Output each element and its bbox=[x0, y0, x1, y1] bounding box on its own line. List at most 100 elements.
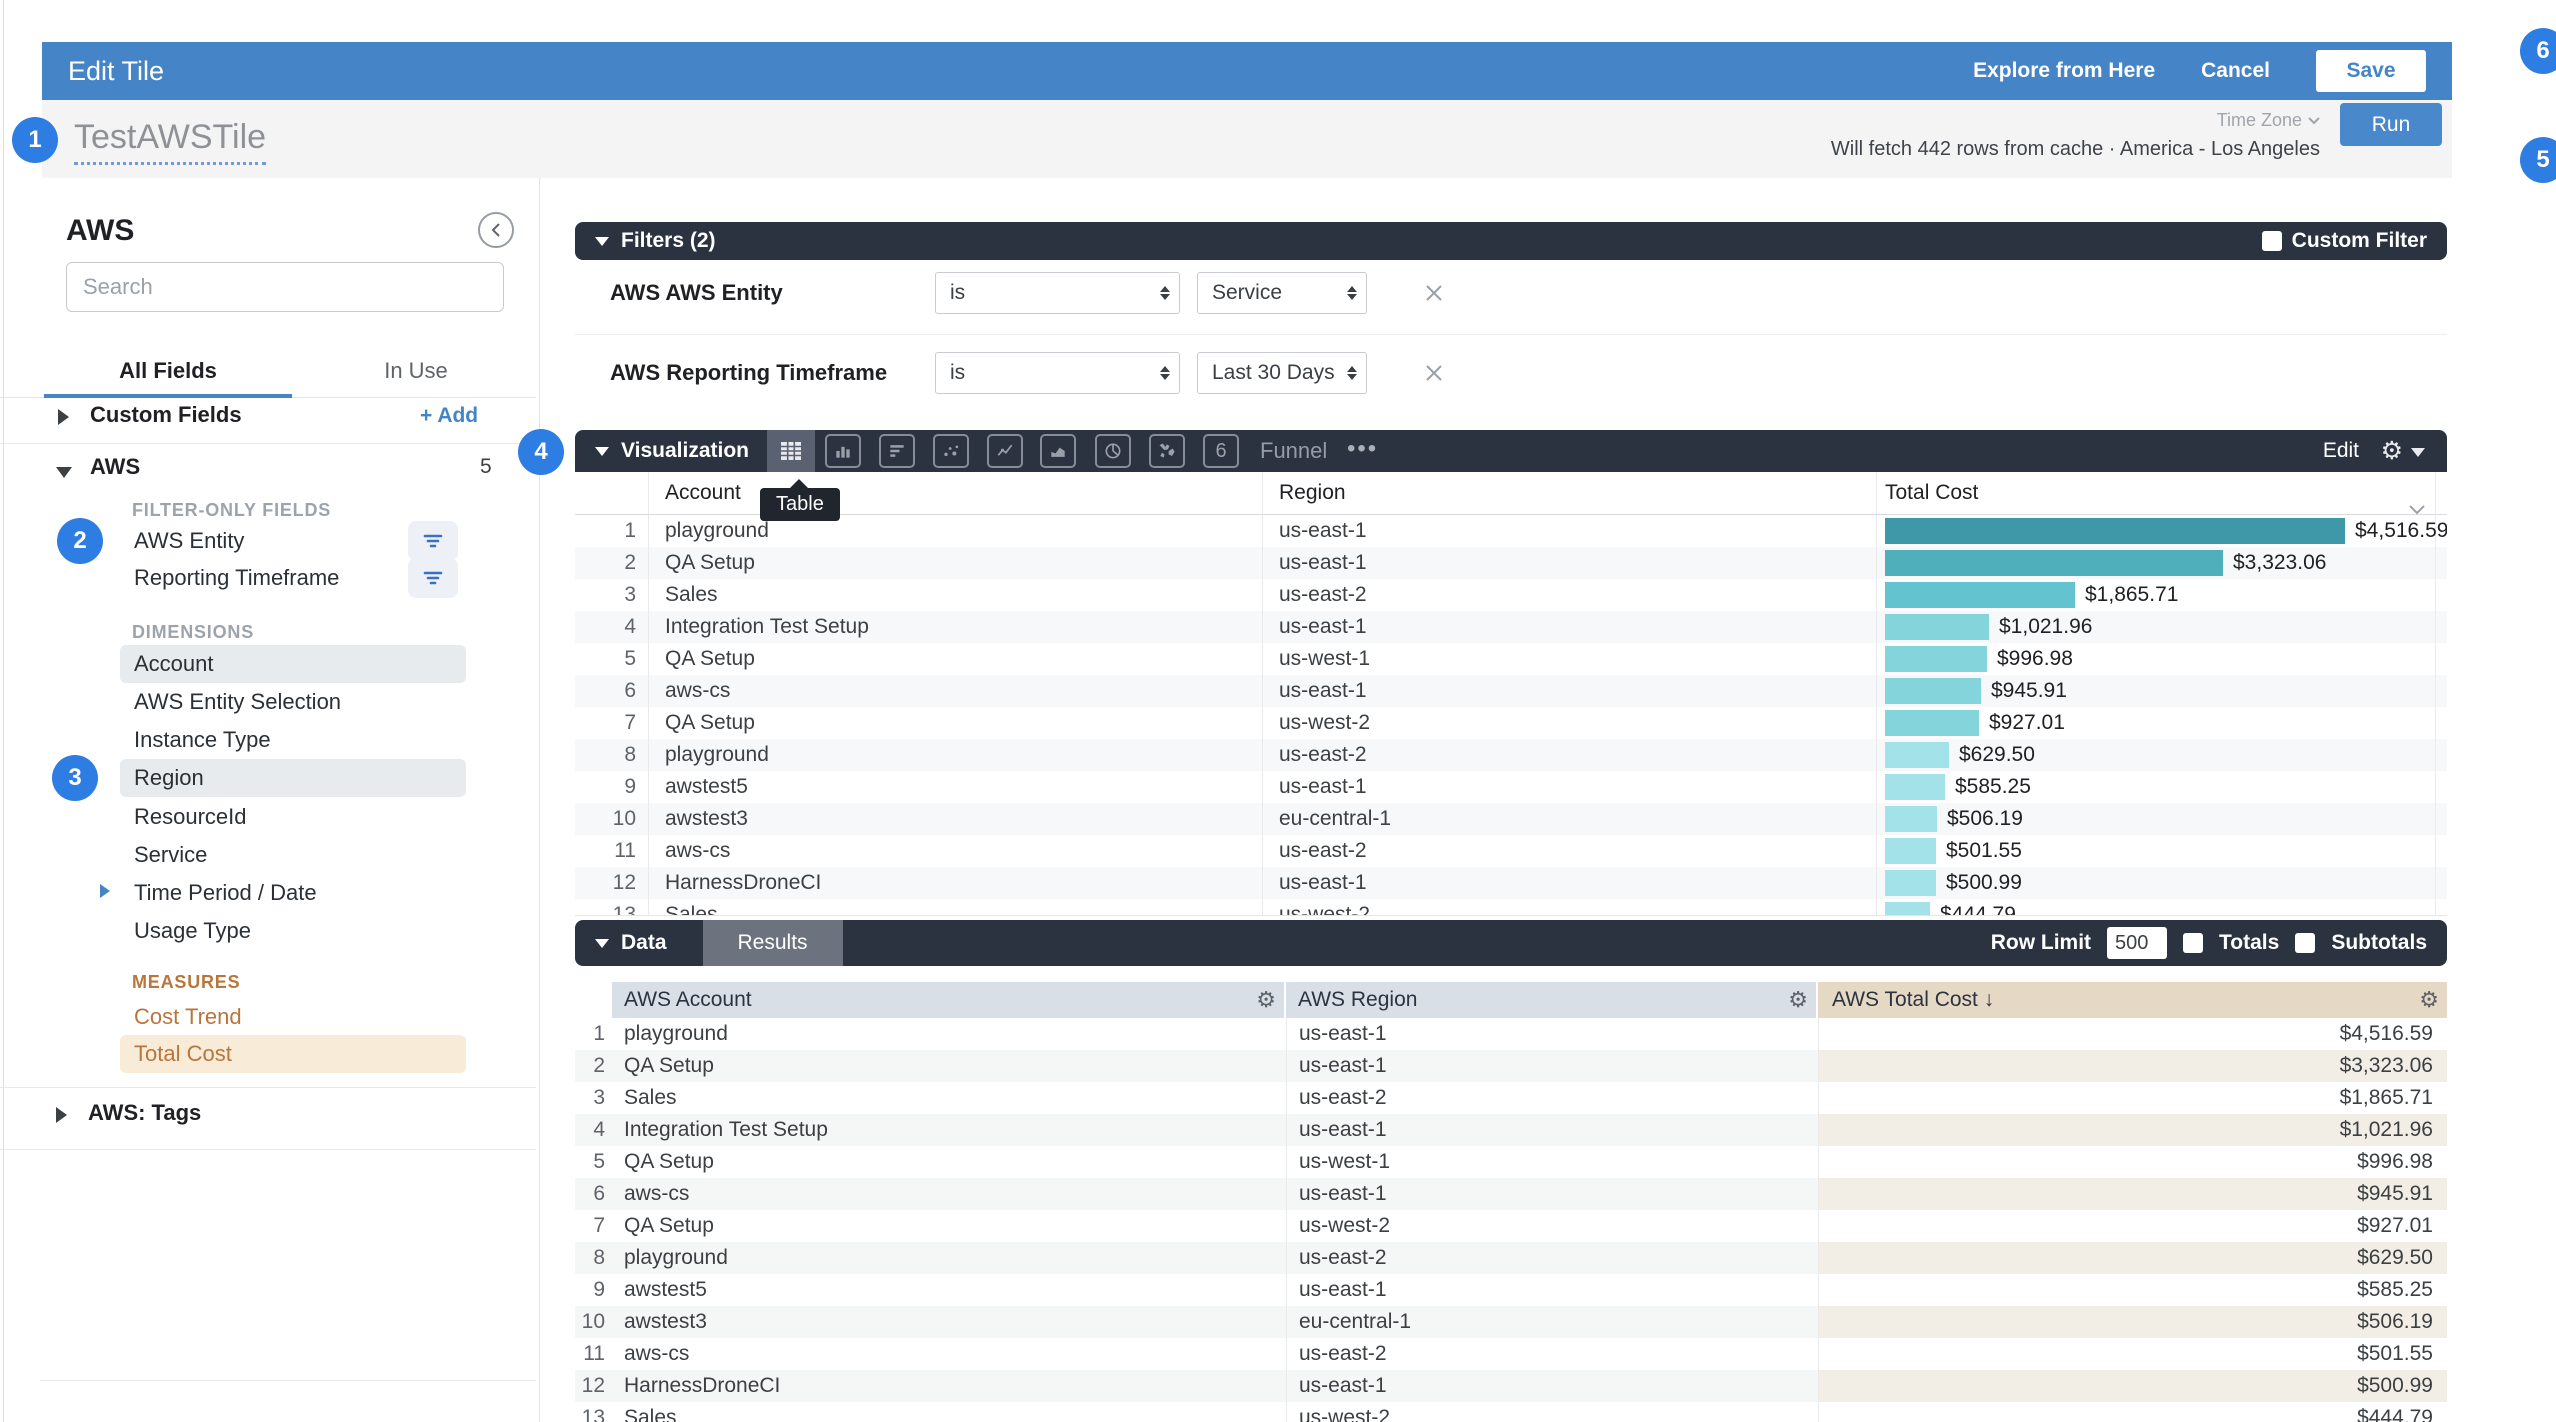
viz-type-table-button[interactable] bbox=[767, 430, 815, 472]
viz-edit-button[interactable]: Edit bbox=[2323, 430, 2359, 472]
table-row[interactable]: 1playgroundus-east-1$4,516.59 bbox=[575, 1018, 2447, 1050]
data-col-aws-region[interactable]: AWS Region⚙ bbox=[1286, 982, 1818, 1018]
viz-type-area-chart-button[interactable] bbox=[1040, 434, 1076, 468]
filter-only-fields-label: FILTER-ONLY FIELDS bbox=[132, 500, 331, 521]
sidebar-item-total-cost[interactable]: Total Cost bbox=[120, 1035, 466, 1073]
aws-group-collapse-icon[interactable] bbox=[56, 460, 72, 484]
viz-settings-caret-icon[interactable] bbox=[2411, 448, 2425, 457]
table-row[interactable]: 5QA Setupus-west-1$996.98 bbox=[575, 643, 2447, 675]
viz-type-bar-chart-button[interactable] bbox=[879, 434, 915, 468]
tile-name-input[interactable]: TestAWSTile bbox=[74, 118, 266, 165]
viz-type-map-button[interactable] bbox=[1149, 434, 1185, 468]
table-row[interactable]: 11aws-csus-east-2$501.55 bbox=[575, 835, 2447, 867]
close-icon bbox=[1422, 281, 1446, 305]
sidebar-item-aws-entity-selection[interactable]: AWS Entity Selection bbox=[120, 683, 466, 721]
table-row[interactable]: 3Salesus-east-2$1,865.71 bbox=[575, 1082, 2447, 1114]
total-cost-cell: $1,021.96 bbox=[1818, 1114, 2447, 1146]
row-number-header bbox=[575, 472, 648, 514]
sidebar-item-instance-type[interactable]: Instance Type bbox=[120, 721, 466, 759]
sidebar-item-cost-trend[interactable]: Cost Trend bbox=[120, 998, 466, 1036]
sidebar-item-time-period-date[interactable]: Time Period / Date bbox=[120, 874, 466, 912]
table-row[interactable]: 6aws-csus-east-1$945.91 bbox=[575, 675, 2447, 707]
table-row[interactable]: 5QA Setupus-west-1$996.98 bbox=[575, 1146, 2447, 1178]
gear-icon[interactable]: ⚙ bbox=[1788, 982, 1808, 1018]
table-row[interactable]: 3Salesus-east-2$1,865.71 bbox=[575, 579, 2447, 611]
row-limit-input[interactable] bbox=[2107, 927, 2167, 959]
table-row[interactable]: 1playgroundus-east-1$4,516.59 bbox=[575, 515, 2447, 547]
gear-icon[interactable]: ⚙ bbox=[1256, 982, 1276, 1018]
filter-row: AWS AWS Entity is Service bbox=[575, 268, 2447, 318]
viz-type-scatter-button[interactable] bbox=[933, 434, 969, 468]
viz-type-single-value-button[interactable]: 6 bbox=[1203, 434, 1239, 468]
filter-toggle-reporting-timeframe[interactable] bbox=[408, 558, 458, 598]
sidebar-group-aws-tags[interactable]: AWS: Tags bbox=[88, 1100, 201, 1126]
filter-toggle-aws-entity[interactable] bbox=[408, 521, 458, 561]
cancel-button[interactable]: Cancel bbox=[2201, 59, 2270, 83]
custom-fields-group[interactable]: Custom Fields bbox=[90, 402, 242, 428]
table-row[interactable]: 9awstest5us-east-1$585.25 bbox=[575, 1274, 2447, 1306]
viz-col-region[interactable]: Region bbox=[1262, 472, 1876, 514]
table-row[interactable]: 13Salesus-west-2$444.79 bbox=[575, 899, 2447, 916]
table-row[interactable]: 10awstest3eu-central-1$506.19 bbox=[575, 803, 2447, 835]
custom-fields-expand-icon[interactable] bbox=[58, 407, 69, 431]
sidebar-item-usage-type[interactable]: Usage Type bbox=[120, 912, 466, 950]
gear-icon[interactable]: ⚙ bbox=[2419, 982, 2439, 1018]
viz-type-line-chart-button[interactable] bbox=[987, 434, 1023, 468]
filter-operator-select[interactable]: is bbox=[935, 352, 1180, 394]
sidebar-item-region[interactable]: Region bbox=[120, 759, 466, 797]
viz-type-funnel-button[interactable]: Funnel bbox=[1260, 430, 1327, 472]
table-row[interactable]: 12HarnessDroneCIus-east-1$500.99 bbox=[575, 1370, 2447, 1402]
search-input[interactable] bbox=[66, 262, 504, 312]
viz-type-column-chart-button[interactable] bbox=[825, 434, 861, 468]
table-row[interactable]: 11aws-csus-east-2$501.55 bbox=[575, 1338, 2447, 1370]
table-row[interactable]: 7QA Setupus-west-2$927.01 bbox=[575, 707, 2447, 739]
tab-results[interactable]: Results bbox=[703, 920, 843, 966]
sidebar-group-aws[interactable]: AWS bbox=[90, 454, 140, 480]
sidebar-item-resourceid[interactable]: ResourceId bbox=[120, 798, 466, 836]
time-zone-dropdown[interactable]: Time Zone bbox=[2217, 110, 2320, 131]
select-arrows-icon bbox=[1347, 366, 1357, 380]
table-row[interactable]: 8playgroundus-east-2$629.50 bbox=[575, 739, 2447, 771]
table-row[interactable]: 6aws-csus-east-1$945.91 bbox=[575, 1178, 2447, 1210]
data-col-aws-total-cost[interactable]: AWS Total Cost ↓⚙ bbox=[1818, 982, 2447, 1018]
gear-icon[interactable]: ⚙ bbox=[2381, 430, 2403, 472]
data-col-aws-account[interactable]: AWS Account⚙ bbox=[612, 982, 1286, 1018]
table-row[interactable]: 2QA Setupus-east-1$3,323.06 bbox=[575, 547, 2447, 579]
table-row[interactable]: 4Integration Test Setupus-east-1$1,021.9… bbox=[575, 1114, 2447, 1146]
table-row[interactable]: 12HarnessDroneCIus-east-1$500.99 bbox=[575, 867, 2447, 899]
aws-tags-expand-icon[interactable] bbox=[56, 1105, 67, 1129]
viz-more-options-button[interactable]: ••• bbox=[1347, 430, 1378, 472]
viz-type-pie-chart-button[interactable] bbox=[1095, 434, 1131, 468]
table-row[interactable]: 13Salesus-west-2$444.79 bbox=[575, 1402, 2447, 1422]
time-period-expand-icon[interactable] bbox=[100, 880, 110, 904]
filters-section-header[interactable]: Filters (2) Custom Filter bbox=[575, 222, 2447, 260]
tab-all-fields[interactable]: All Fields bbox=[44, 344, 292, 398]
run-button[interactable]: Run bbox=[2340, 103, 2442, 146]
remove-filter-button[interactable] bbox=[1413, 352, 1455, 394]
viz-col-account[interactable]: Account bbox=[648, 472, 1262, 514]
filter-value-select[interactable]: Last 30 Days bbox=[1197, 352, 1367, 394]
filter-value-select[interactable]: Service bbox=[1197, 272, 1367, 314]
table-row[interactable]: 8playgroundus-east-2$629.50 bbox=[575, 1242, 2447, 1274]
collapse-sidebar-button[interactable] bbox=[478, 212, 514, 248]
data-section-header[interactable]: Data Results Row Limit Totals Subtotals bbox=[575, 920, 2447, 966]
totals-checkbox[interactable] bbox=[2183, 933, 2203, 953]
sidebar-item-account[interactable]: Account bbox=[120, 645, 466, 683]
save-button[interactable]: Save bbox=[2316, 50, 2426, 92]
table-row[interactable]: 4Integration Test Setupus-east-1$1,021.9… bbox=[575, 611, 2447, 643]
table-row[interactable]: 2QA Setupus-east-1$3,323.06 bbox=[575, 1050, 2447, 1082]
table-row[interactable]: 10awstest3eu-central-1$506.19 bbox=[575, 1306, 2447, 1338]
row-number: 1 bbox=[575, 1018, 612, 1050]
table-row[interactable]: 7QA Setupus-west-2$927.01 bbox=[575, 1210, 2447, 1242]
subtotals-checkbox[interactable] bbox=[2295, 933, 2315, 953]
filter-operator-select[interactable]: is bbox=[935, 272, 1180, 314]
table-row[interactable]: 9awstest5us-east-1$585.25 bbox=[575, 771, 2447, 803]
remove-filter-button[interactable] bbox=[1413, 272, 1455, 314]
add-custom-field-button[interactable]: + Add bbox=[420, 404, 478, 428]
explore-from-here-button[interactable]: Explore from Here bbox=[1973, 59, 2155, 83]
custom-filter-checkbox[interactable] bbox=[2262, 231, 2282, 251]
tab-in-use[interactable]: In Use bbox=[292, 344, 540, 398]
sidebar-item-service[interactable]: Service bbox=[120, 836, 466, 874]
viz-col-total-cost[interactable]: Total Cost bbox=[1876, 472, 2447, 514]
visualization-section-header[interactable]: Visualization 6 Funnel ••• Edit ⚙ bbox=[575, 430, 2447, 472]
